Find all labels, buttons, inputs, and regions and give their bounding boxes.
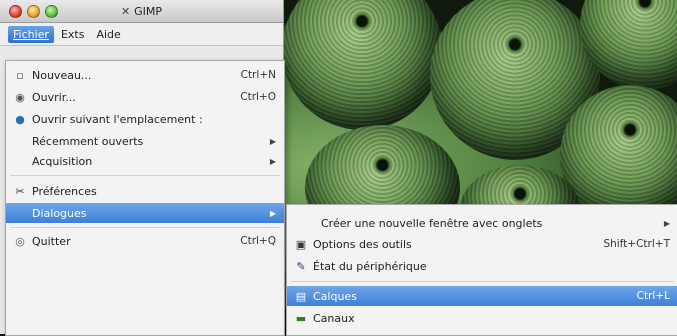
sphere-shape xyxy=(282,0,442,130)
device-status-icon: ✎ xyxy=(296,259,306,273)
preferences-icon: ✂ xyxy=(15,184,25,198)
menu-exts[interactable]: Exts xyxy=(56,26,90,43)
menu-aide[interactable]: Aide xyxy=(91,26,125,43)
channels-icon: ▬ xyxy=(295,311,307,325)
open-file-icon: ◉ xyxy=(15,90,25,104)
dialogs-submenu: Créer une nouvelle fenêtre avec onglets … xyxy=(286,204,677,336)
menu-item-acquisition[interactable]: Acquisition ▶ xyxy=(6,151,284,171)
zoom-button[interactable] xyxy=(45,4,58,18)
menu-item-ouvrir[interactable]: ◉ Ouvrir... Ctrl+O xyxy=(6,87,284,107)
submenu-arrow-icon: ▶ xyxy=(269,136,276,146)
submenu-arrow-icon: ▶ xyxy=(269,156,276,166)
menu-item-options-outils[interactable]: ▣ Options des outils Shift+Ctrl+T xyxy=(287,234,677,254)
menu-item-dialogues[interactable]: Dialogues ▶ xyxy=(6,203,284,223)
new-file-icon: ▫ xyxy=(16,68,24,82)
tool-options-icon: ▣ xyxy=(295,237,307,251)
menu-item-ouvrir-emplacement[interactable]: ● Ouvrir suivant l'emplacement : xyxy=(6,109,284,129)
menu-item-recemment-ouverts[interactable]: Récemment ouverts ▶ xyxy=(6,131,284,151)
quit-icon: ◎ xyxy=(15,234,25,248)
menu-separator xyxy=(10,227,280,228)
window-controls xyxy=(0,4,58,18)
gimp-logo-icon: ✕ xyxy=(120,4,131,18)
close-button[interactable] xyxy=(9,4,22,18)
menu-item-nouvelle-fenetre-onglets[interactable]: Créer une nouvelle fenêtre avec onglets … xyxy=(287,213,677,233)
menu-item-calques[interactable]: ▤ Calques Ctrl+L xyxy=(287,286,677,306)
menu-separator xyxy=(291,281,674,282)
menu-separator xyxy=(10,175,280,176)
file-menu: ▫ Nouveau... Ctrl+N ◉ Ouvrir... Ctrl+O ●… xyxy=(5,60,285,336)
menu-item-canaux[interactable]: ▬ Canaux xyxy=(287,308,677,328)
layers-icon: ▤ xyxy=(295,289,307,303)
title-bar: ✕ GIMP xyxy=(0,0,283,23)
menu-item-quitter[interactable]: ◎ Quitter Ctrl+Q xyxy=(6,231,284,251)
menu-item-etat-peripherique[interactable]: ✎ État du périphérique xyxy=(287,256,677,276)
menu-item-nouveau[interactable]: ▫ Nouveau... Ctrl+N xyxy=(6,65,284,85)
submenu-arrow-icon: ▶ xyxy=(663,218,670,228)
menu-fichier[interactable]: Fichier xyxy=(8,25,54,43)
submenu-arrow-icon: ▶ xyxy=(269,208,276,218)
menu-bar: Fichier Exts Aide xyxy=(0,23,283,46)
menu-item-preferences[interactable]: ✂ Préférences xyxy=(6,181,284,201)
minimize-button[interactable] xyxy=(27,4,40,18)
globe-icon: ● xyxy=(15,112,25,126)
